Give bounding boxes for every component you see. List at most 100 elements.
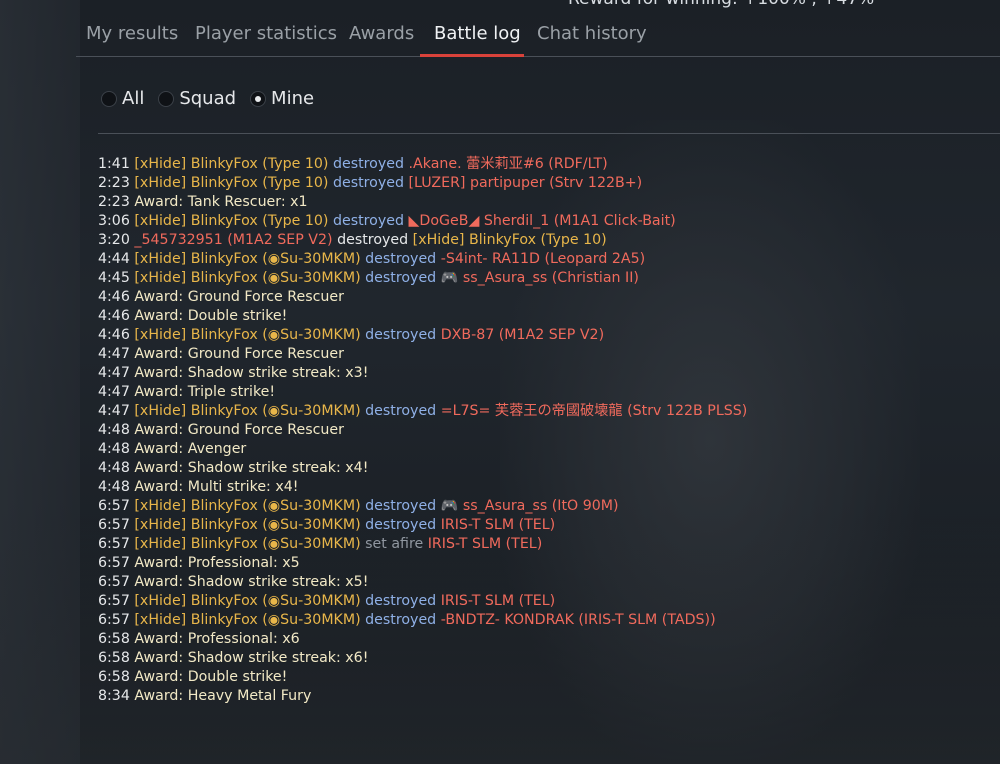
log-award: Award: Triple strike! [134,384,276,400]
log-target: [LUZER] partipuper (Strv 122B+) [408,175,643,191]
log-action: set afire [365,536,424,552]
log-target: -BNDTZ- KONDRAK (IRIS-T SLM (TADS)) [440,612,716,628]
log-award: Award: Professional: x5 [134,555,300,571]
log-row: 4:48 Award: Ground Force Rescuer [98,421,978,440]
log-time: 6:57 [98,593,130,609]
log-row: 4:44 [xHide] BlinkyFox (◉Su-30MKM) destr… [98,250,978,269]
log-actor: [xHide] BlinkyFox (◉Su-30MKM) [134,593,361,609]
log-time: 4:48 [98,422,130,438]
log-target: -S4int- RA11D (Leopard 2A5) [440,251,646,267]
log-row: 4:47 Award: Shadow strike streak: x3! [98,364,978,383]
log-row: 6:57 [xHide] BlinkyFox (◉Su-30MKM) set a… [98,535,978,554]
log-row: 6:57 [xHide] BlinkyFox (◉Su-30MKM) destr… [98,592,978,611]
log-time: 4:46 [98,327,130,343]
log-target: IRIS-T SLM (TEL) [440,517,556,533]
tab-battle-log[interactable]: Battle log [434,23,521,44]
filter-all-radio[interactable]: All [101,88,144,109]
log-target: IRIS-T SLM (TEL) [440,593,556,609]
log-row: 4:46 Award: Double strike! [98,307,978,326]
log-row: 6:57 Award: Shadow strike streak: x5! [98,573,978,592]
log-row: 3:20 _545732951 (M1A2 SEP V2) destroyed … [98,231,978,250]
log-time: 6:58 [98,650,130,666]
log-award: Award: Shadow strike streak: x3! [134,365,369,381]
log-award: Award: Ground Force Rescuer [134,422,344,438]
log-row: 4:45 [xHide] BlinkyFox (◉Su-30MKM) destr… [98,269,978,288]
log-time: 4:47 [98,365,130,381]
radio-button-selected-icon [250,90,267,107]
log-time: 4:46 [98,289,130,305]
log-row: 4:48 Award: Multi strike: x4! [98,478,978,497]
log-row: 4:46 Award: Ground Force Rescuer [98,288,978,307]
log-action: destroyed [337,232,409,248]
log-time: 4:48 [98,460,130,476]
log-target: DXB-87 (M1A2 SEP V2) [440,327,605,343]
log-time: 6:57 [98,574,130,590]
log-actor: [xHide] BlinkyFox (◉Su-30MKM) [134,536,361,552]
battle-log-list: 1:41 [xHide] BlinkyFox (Type 10) destroy… [98,155,978,706]
log-row: 4:48 Award: Shadow strike streak: x4! [98,459,978,478]
log-time: 4:48 [98,479,130,495]
log-award: Award: Multi strike: x4! [134,479,299,495]
log-actor: [xHide] BlinkyFox (Type 10) [134,156,329,172]
log-time: 3:20 [98,232,130,248]
log-action: destroyed [332,156,404,172]
log-time: 6:57 [98,498,130,514]
log-award: Award: Shadow strike streak: x6! [134,650,369,666]
log-action: destroyed [365,327,437,343]
log-award: Award: Tank Rescuer: x1 [134,194,308,210]
log-time: 4:44 [98,251,130,267]
log-action: destroyed [332,213,404,229]
log-row: 6:58 Award: Double strike! [98,668,978,687]
log-action: destroyed [365,593,437,609]
filter-mine-radio[interactable]: Mine [250,88,314,109]
log-action: destroyed [365,517,437,533]
log-row: 1:41 [xHide] BlinkyFox (Type 10) destroy… [98,155,978,174]
tab-player-statistics[interactable]: Player statistics [195,23,337,44]
log-time: 6:58 [98,669,130,685]
tab-chat-history[interactable]: Chat history [537,23,647,44]
log-row: 6:57 [xHide] BlinkyFox (◉Su-30MKM) destr… [98,497,978,516]
log-actor: [xHide] BlinkyFox (◉Su-30MKM) [134,403,361,419]
log-actor: [xHide] BlinkyFox (Type 10) [134,175,329,191]
log-time: 8:34 [98,688,130,704]
log-action: destroyed [365,270,437,286]
log-time: 1:41 [98,156,130,172]
log-target: .Akane. 蕾米莉亚#6 (RDF/LT) [408,156,608,172]
tab-awards[interactable]: Awards [349,23,414,44]
log-time: 4:47 [98,384,130,400]
tab-my-results[interactable]: My results [86,23,178,44]
filter-squad-radio[interactable]: Squad [158,88,236,109]
log-target: ◣DoGeB◢ Sherdil_1 (M1A1 Click-Bait) [408,213,676,229]
log-award: Award: Double strike! [134,308,288,324]
filter-squad-label: Squad [179,88,237,109]
log-actor: [xHide] BlinkyFox (◉Su-30MKM) [134,517,361,533]
log-award: Award: Double strike! [134,669,288,685]
log-filter-group: All Squad Mine [101,88,322,109]
tab-bar: My results Player statistics Awards Batt… [76,16,1000,57]
log-row: 4:48 Award: Avenger [98,440,978,459]
log-time: 4:47 [98,346,130,362]
log-row: 4:47 [xHide] BlinkyFox (◉Su-30MKM) destr… [98,402,978,421]
radio-button-icon [158,90,175,107]
log-row: 2:23 [xHide] BlinkyFox (Type 10) destroy… [98,174,978,193]
log-row: 6:57 Award: Professional: x5 [98,554,978,573]
log-award: Award: Ground Force Rescuer [134,346,344,362]
reward-text: Reward for winning: +100% , +47% [568,0,874,9]
log-target: IRIS-T SLM (TEL) [427,536,543,552]
log-award: Award: Heavy Metal Fury [134,688,312,704]
log-time: 2:23 [98,175,130,191]
log-actor: _545732951 (M1A2 SEP V2) [134,232,333,248]
log-row: 8:34 Award: Heavy Metal Fury [98,687,978,706]
log-time: 4:45 [98,270,130,286]
log-time: 4:46 [98,308,130,324]
log-actor: [xHide] BlinkyFox (◉Su-30MKM) [134,270,361,286]
active-tab-indicator [420,54,524,57]
log-actor: [xHide] BlinkyFox (◉Su-30MKM) [134,251,361,267]
log-time: 3:06 [98,213,130,229]
log-row: 6:57 [xHide] BlinkyFox (◉Su-30MKM) destr… [98,516,978,535]
log-row: 6:58 Award: Shadow strike streak: x6! [98,649,978,668]
log-time: 4:47 [98,403,130,419]
log-actor: [xHide] BlinkyFox (◉Su-30MKM) [134,612,361,628]
log-award: Award: Shadow strike streak: x4! [134,460,369,476]
log-time: 6:57 [98,612,130,628]
